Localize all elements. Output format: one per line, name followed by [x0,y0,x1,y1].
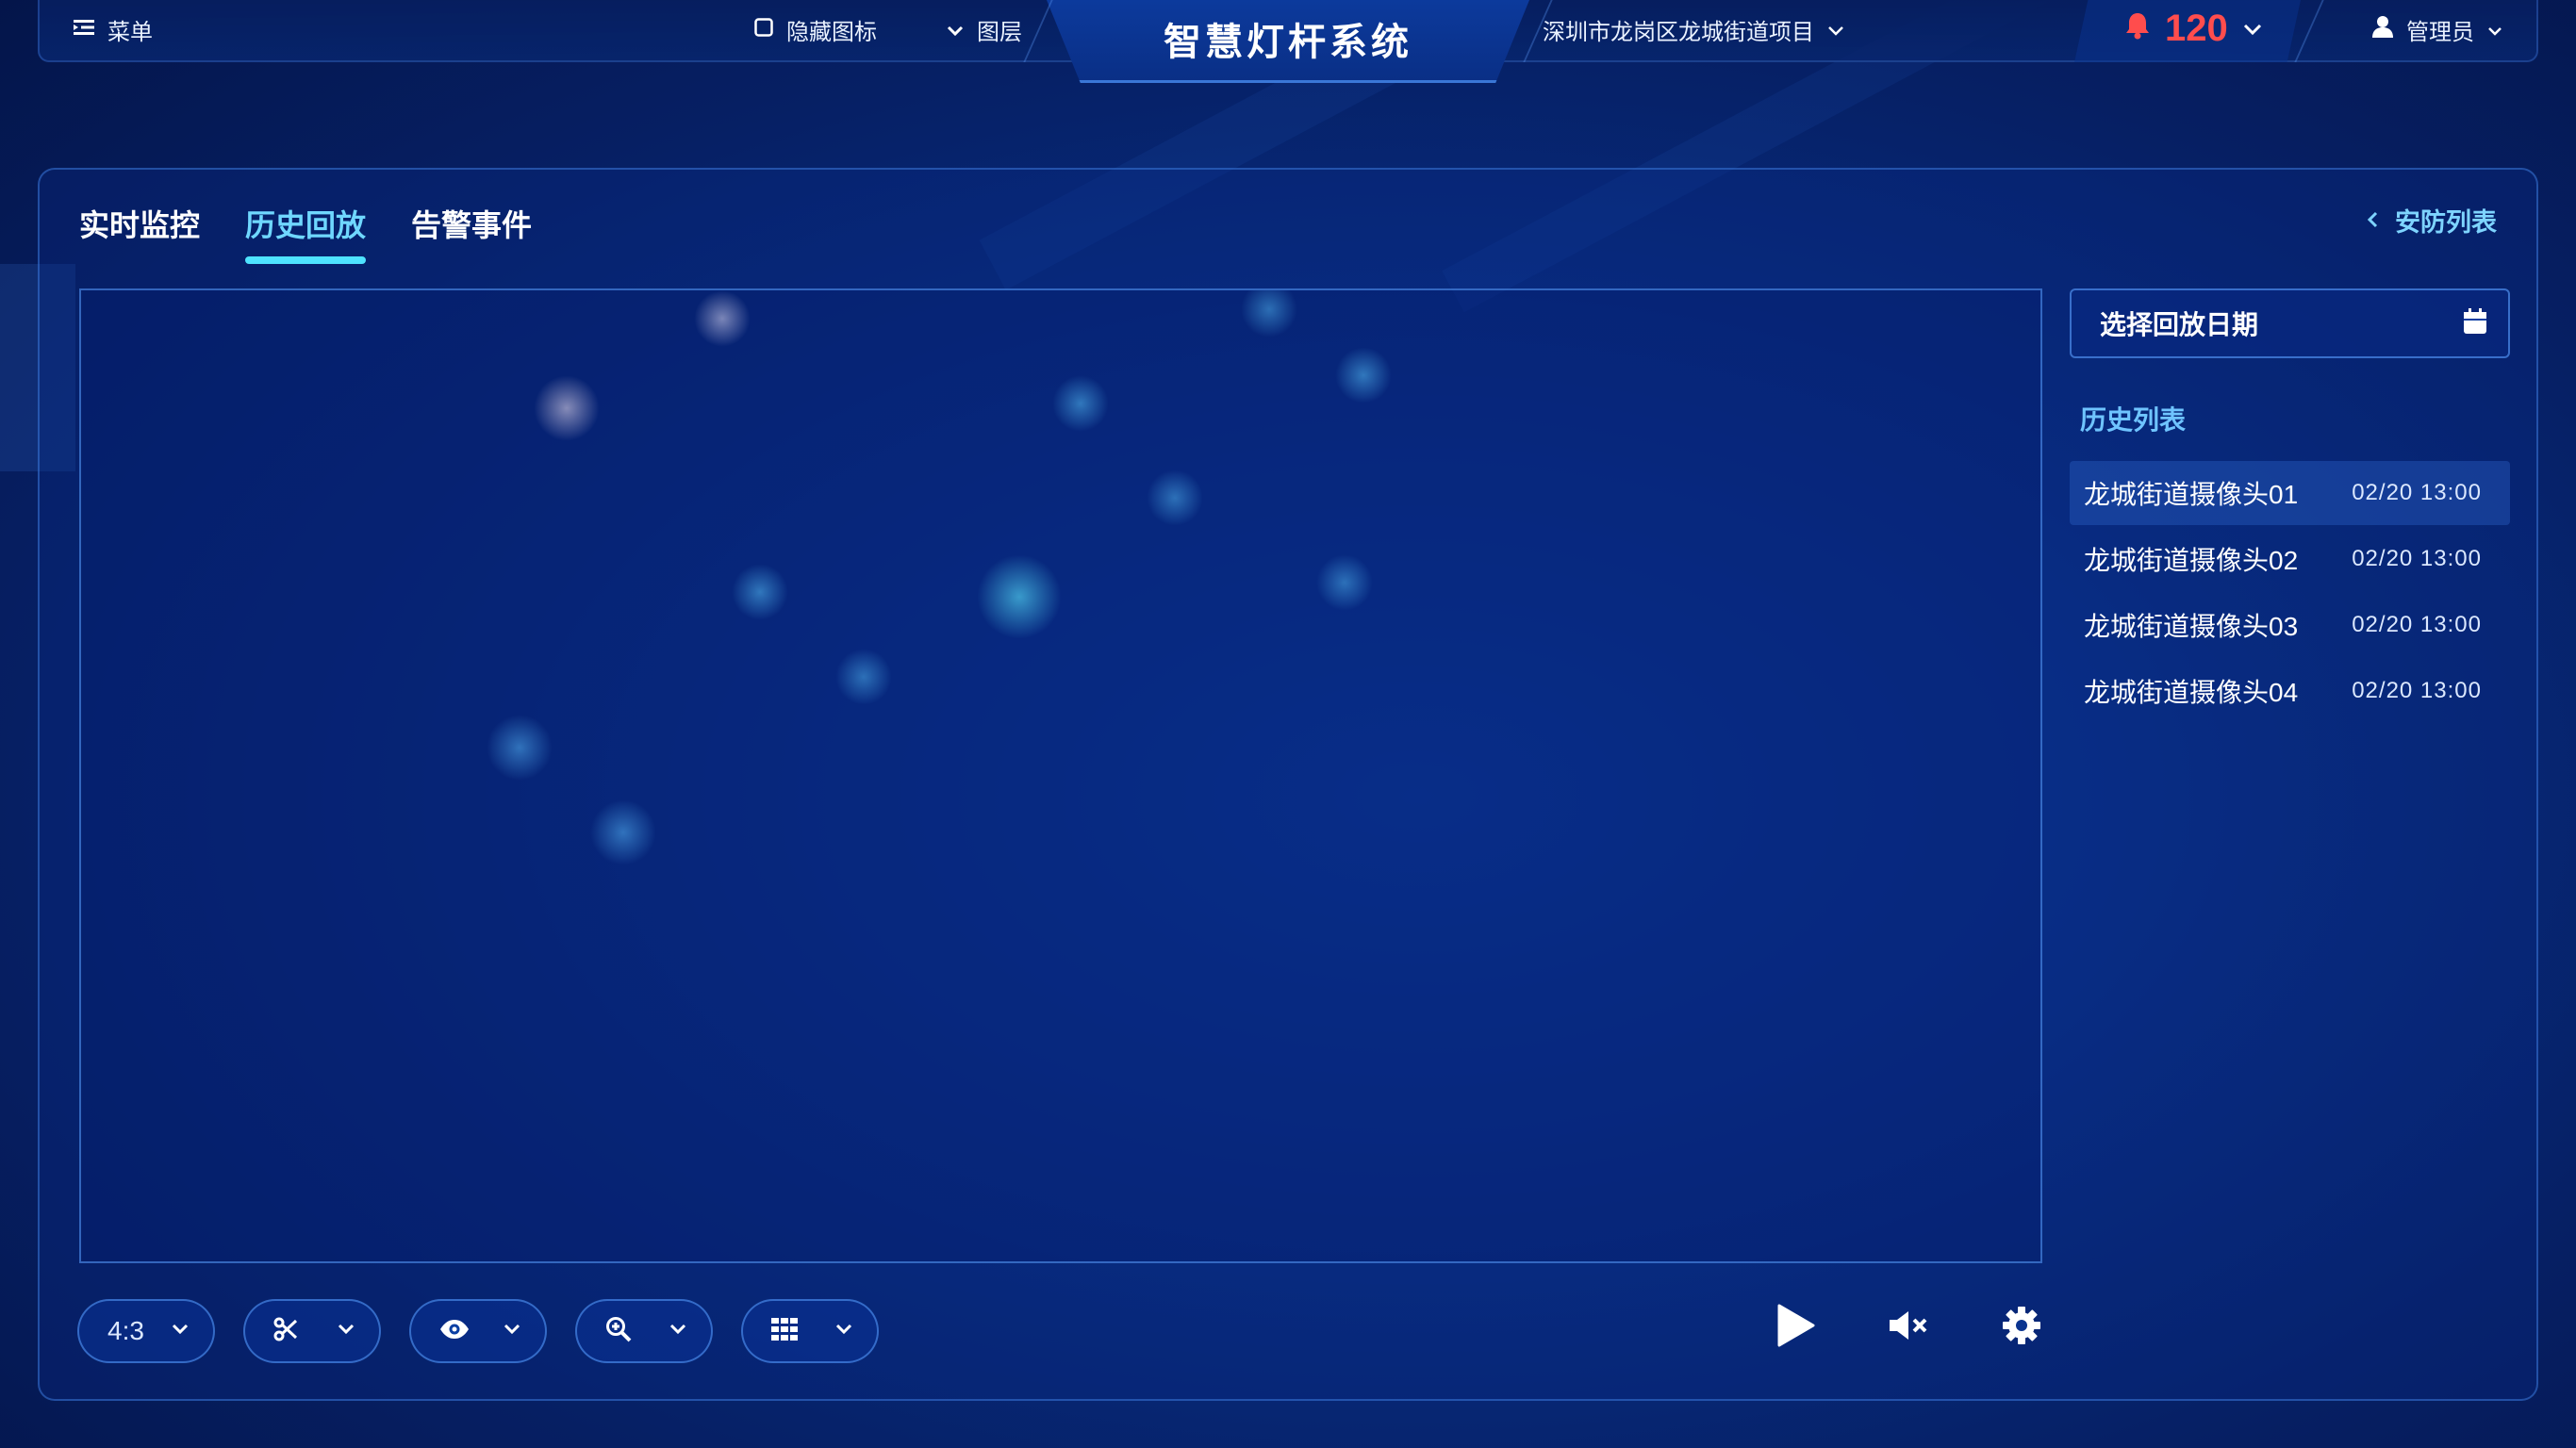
background-glow [1316,554,1373,611]
chevron-down-icon [669,1323,686,1340]
tab-history-playback[interactable]: 历史回放 [245,202,366,245]
alarm-count: 120 [2165,8,2228,49]
background-glow [1335,347,1392,403]
background-glow [1241,290,1297,337]
hide-icons-label: 隐藏图标 [786,20,877,45]
history-item[interactable]: 龙城街道摄像头02 02/20 13:00 [2070,527,2510,591]
history-item-name: 龙城街道摄像头01 [2084,480,2299,509]
history-item-name: 龙城街道摄像头03 [2084,612,2299,641]
user-menu[interactable]: 管理员 [2372,13,2502,46]
aspect-ratio-label: 4:3 [107,1316,144,1345]
background-glow [694,290,751,347]
active-tab-indicator [245,256,366,264]
playback-date-picker[interactable]: 选择回放日期 [2070,288,2510,358]
history-item-time: 02/20 13:00 [2352,678,2482,703]
history-item-name: 龙城街道摄像头04 [2084,678,2299,707]
grid-layout-dropdown[interactable] [741,1299,879,1363]
tab-live-monitor[interactable]: 实时监控 [79,202,200,245]
settings-icon [2002,1306,2041,1350]
background-glow [835,649,892,705]
layers-dropdown[interactable]: 图层 [947,13,1022,46]
background-glow [487,715,553,781]
history-item-time: 02/20 13:00 [2352,612,2482,637]
chevron-down-icon [172,1323,189,1340]
clip-dropdown[interactable] [243,1299,381,1363]
zoom-in-icon [605,1316,632,1347]
menu-button[interactable]: 菜单 [74,13,153,46]
history-item-name: 龙城街道摄像头02 [2084,546,2299,575]
background-glow [1147,469,1203,526]
aspect-ratio-dropdown[interactable]: 4:3 [77,1299,215,1363]
view-dropdown[interactable] [409,1299,547,1363]
menu-icon [74,17,94,43]
background-glow [977,554,1062,639]
mute-button[interactable] [1880,1299,1937,1356]
grid-icon [771,1317,798,1345]
play-icon [1775,1304,1815,1352]
history-item[interactable]: 龙城街道摄像头01 02/20 13:00 [2070,461,2510,525]
chevron-down-icon [835,1323,852,1340]
chevron-down-icon [1827,17,1844,43]
hide-icons-toggle[interactable]: 隐藏图标 [754,13,877,46]
checkbox-icon[interactable] [754,17,773,43]
background-glow [1052,375,1109,432]
chevron-down-icon [504,1323,520,1340]
security-list-label: 安防列表 [2395,208,2497,237]
settings-button[interactable] [1993,1299,2050,1356]
history-item-time: 02/20 13:00 [2352,546,2482,571]
mute-icon [1888,1310,1929,1345]
background-glow [534,375,600,441]
menu-label: 菜单 [107,20,153,45]
user-label: 管理员 [2406,20,2474,45]
system-title: 智慧灯杆系统 [1164,22,1412,63]
background-glow [590,799,656,865]
tab-alarm-events[interactable]: 告警事件 [411,202,532,245]
eye-icon [439,1319,470,1344]
history-item[interactable]: 龙城街道摄像头03 02/20 13:00 [2070,593,2510,657]
layers-label: 图层 [977,20,1022,45]
background-glow [732,564,788,620]
chevron-down-icon [338,1323,355,1340]
project-selector[interactable]: 深圳市龙岗区龙城街道项目 [1543,13,1844,46]
history-list-title: 历史列表 [2080,405,2187,435]
user-icon [2372,15,2393,44]
history-item-time: 02/20 13:00 [2352,480,2482,505]
security-list-link[interactable]: 安防列表 [2367,202,2497,239]
date-picker-label: 选择回放日期 [2100,310,2259,339]
play-button[interactable] [1767,1299,1824,1356]
chevron-down-icon [947,17,964,43]
scissors-icon [273,1317,298,1346]
alarm-counter[interactable]: 120 [2125,8,2262,50]
project-label: 深圳市龙岗区龙城街道项目 [1543,20,1814,45]
chevron-down-icon [2243,16,2262,42]
chevron-down-icon [2487,17,2502,43]
history-item[interactable]: 龙城街道摄像头04 02/20 13:00 [2070,659,2510,723]
video-player[interactable] [79,288,2042,1263]
zoom-dropdown[interactable] [575,1299,713,1363]
calendar-icon [2463,307,2487,339]
bell-icon [2125,11,2150,46]
chevron-left-icon [2367,206,2378,235]
